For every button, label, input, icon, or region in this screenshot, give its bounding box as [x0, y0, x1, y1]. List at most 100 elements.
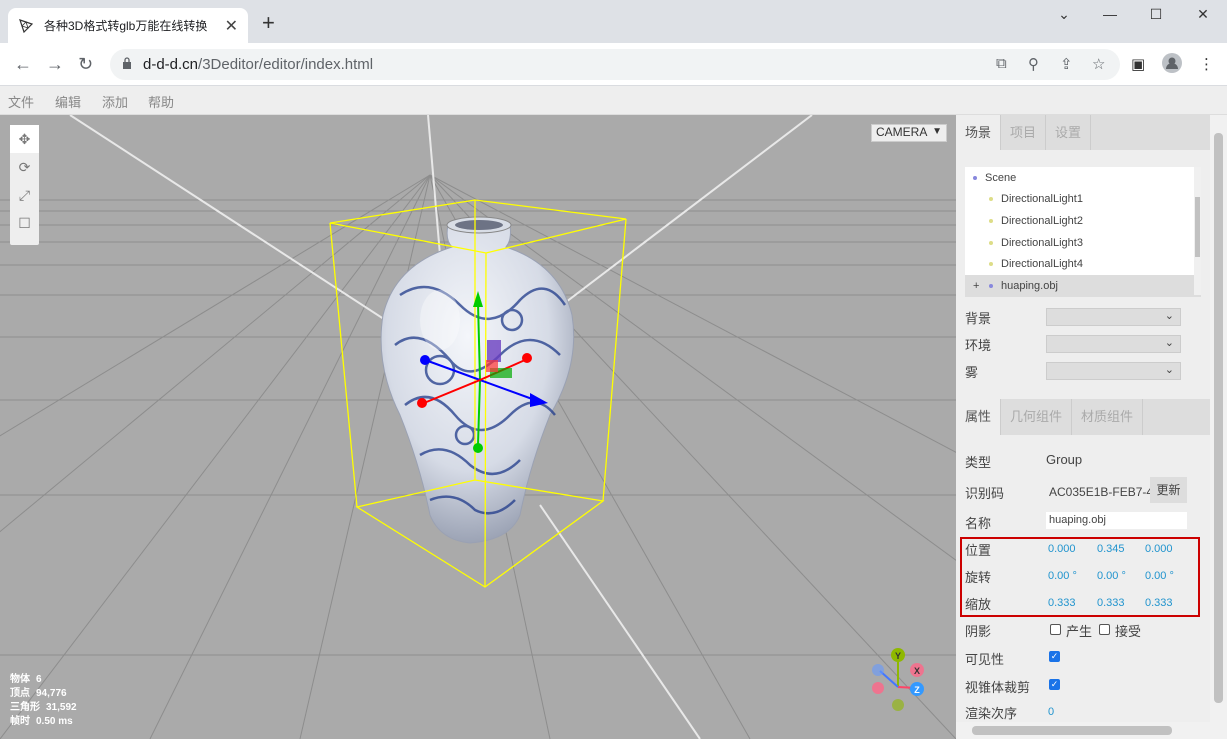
threejs-favicon-icon: [19, 18, 34, 33]
tab-close-icon[interactable]: ✕: [225, 16, 238, 36]
properties-tabs: 属性 几何组件 材质组件: [956, 399, 1210, 435]
uuid-label: 识别码: [965, 486, 1005, 501]
expand-icon[interactable]: +: [973, 280, 989, 292]
chevron-down-icon: ▼: [932, 126, 942, 137]
background-select[interactable]: ⌄: [1046, 308, 1181, 326]
visible-label: 可见性: [965, 652, 1005, 667]
profile-avatar-icon[interactable]: [1162, 53, 1182, 77]
camera-select-value: CAMERA: [876, 125, 928, 139]
local-space-checkbox[interactable]: ☐: [10, 209, 39, 237]
transform-toolbar: ✥ ⟳ ⤢ ☐: [10, 125, 39, 245]
tab-title: 各种3D格式转glb万能在线转换: [44, 19, 208, 33]
page-scrollbar[interactable]: [1210, 115, 1227, 739]
tab-material[interactable]: 材质组件: [1072, 399, 1144, 435]
new-tab-button[interactable]: +: [262, 12, 275, 34]
receive-shadow-checkbox[interactable]: [1099, 624, 1110, 635]
zoom-icon[interactable]: ⚲: [1028, 55, 1039, 73]
open-in-app-icon[interactable]: ⧉: [996, 55, 1007, 72]
outliner-node-light4[interactable]: DirectionalLight4: [965, 253, 1201, 275]
lock-icon: [123, 57, 131, 69]
browser-toolbar: ← → ↻ d-d-d.cn/3Deditor/editor/index.htm…: [0, 43, 1227, 86]
bookmark-star-icon[interactable]: ☆: [1092, 55, 1105, 73]
address-bar[interactable]: d-d-d.cn/3Deditor/editor/index.html ⧉ ⚲ …: [110, 49, 1120, 80]
translate-tool-icon[interactable]: ✥: [10, 125, 39, 153]
editor-menubar: 文件 编辑 添加 帮助: [0, 86, 1227, 115]
light-dot-icon: [989, 197, 993, 202]
visible-checkbox[interactable]: ✓: [1049, 651, 1060, 662]
cast-shadow-checkbox[interactable]: [1050, 624, 1061, 635]
background-label: 背景: [965, 311, 992, 326]
transform-highlight-box: [960, 537, 1200, 617]
camera-select[interactable]: CAMERA ▼: [871, 124, 947, 142]
menu-file[interactable]: 文件: [8, 92, 34, 111]
sidebar-tabs: 场景 项目 设置: [956, 115, 1210, 150]
browser-tab[interactable]: 各种3D格式转glb万能在线转换 ✕: [8, 8, 248, 43]
tab-object-props[interactable]: 属性: [956, 399, 1002, 435]
type-label: 类型: [965, 455, 992, 470]
info-triangles: 三角形 31,592: [10, 702, 77, 713]
frustum-culling-label: 视锥体裁剪: [965, 680, 1031, 695]
axis-x-label: X: [914, 666, 920, 676]
outliner-node-light3[interactable]: DirectionalLight3: [965, 232, 1201, 254]
tab-project[interactable]: 项目: [1001, 115, 1047, 150]
render-order-label: 渲染次序: [965, 706, 1018, 721]
scene-outliner[interactable]: Scene DirectionalLight1 DirectionalLight…: [965, 167, 1201, 297]
back-icon[interactable]: ←: [14, 54, 32, 75]
outliner-scrollbar[interactable]: [1194, 167, 1201, 295]
menu-edit[interactable]: 编辑: [55, 92, 81, 111]
name-label: 名称: [965, 516, 992, 531]
render-order-input[interactable]: 0: [1048, 706, 1054, 718]
environment-label: 环境: [965, 338, 992, 353]
axis-z-label: Z: [914, 685, 920, 695]
outliner-node-scene[interactable]: Scene: [965, 167, 1201, 189]
browser-menu-icon[interactable]: ⋮: [1199, 55, 1214, 73]
light-dot-icon: [989, 218, 993, 223]
forward-icon[interactable]: →: [46, 54, 64, 75]
menu-help[interactable]: 帮助: [148, 92, 174, 111]
axis-y-label: Y: [895, 651, 901, 661]
receive-shadow-label: 接受: [1115, 624, 1142, 639]
update-uuid-button[interactable]: 更新: [1150, 477, 1187, 503]
menu-add[interactable]: 添加: [102, 92, 128, 111]
tab-geometry[interactable]: 几何组件: [1001, 399, 1073, 435]
outliner-node-light2[interactable]: DirectionalLight2: [965, 210, 1201, 232]
3d-viewport[interactable]: Y Z X ✥ ⟳ ⤢ ☐ CAMERA ▼ 物体 6 顶点 94,776 三角形 3…: [0, 115, 956, 739]
tab-settings[interactable]: 设置: [1046, 115, 1092, 150]
viewport-info: 物体 6 顶点 94,776 三角形 31,592 帧时 0.50 ms: [10, 673, 77, 729]
shadow-label: 阴影: [965, 624, 992, 639]
minimize-icon[interactable]: —: [1087, 6, 1133, 22]
tab-scene[interactable]: 场景: [956, 115, 1002, 150]
outliner-node-huaping[interactable]: + huaping.obj: [965, 274, 1201, 297]
info-objects: 物体 6: [10, 674, 42, 685]
name-input[interactable]: huaping.obj: [1046, 512, 1187, 529]
scale-tool-icon[interactable]: ⤢: [10, 181, 39, 209]
light-dot-icon: [989, 240, 993, 245]
maximize-icon[interactable]: ☐: [1133, 6, 1179, 23]
outliner-node-light1[interactable]: DirectionalLight1: [965, 189, 1201, 211]
info-vertices: 顶点 94,776: [10, 688, 67, 699]
reload-icon[interactable]: ↻: [78, 54, 93, 75]
scene-canvas[interactable]: Y Z X: [0, 115, 956, 739]
chevron-down-icon: ⌄: [1164, 364, 1174, 376]
close-window-icon[interactable]: ✕: [1180, 6, 1226, 23]
side-panel-icon[interactable]: ▣: [1131, 55, 1145, 73]
light-dot-icon: [989, 262, 993, 267]
type-value: Group: [1046, 452, 1083, 467]
uuid-value: AC035E1B-FEB7-4: [1049, 485, 1154, 499]
browser-titlebar: 各种3D格式转glb万能在线转换 ✕ + ⌄ — ☐ ✕: [0, 0, 1227, 43]
environment-select[interactable]: ⌄: [1046, 335, 1181, 353]
editor-sidebar: 场景 项目 设置 Scene DirectionalLight1 Directi…: [956, 115, 1210, 739]
url-text: d-d-d.cn/3Deditor/editor/index.html: [143, 56, 374, 73]
sidebar-horizontal-scrollbar[interactable]: [956, 722, 1210, 739]
share-icon[interactable]: ⇪: [1060, 55, 1073, 73]
frustum-culling-checkbox[interactable]: ✓: [1049, 679, 1060, 690]
object-dot-icon: [973, 175, 977, 180]
fog-label: 雾: [965, 365, 979, 380]
fog-select[interactable]: ⌄: [1046, 362, 1181, 380]
cast-shadow-label: 产生: [1066, 624, 1093, 639]
info-frametime: 帧时 0.50 ms: [10, 716, 73, 727]
object-dot-icon: [989, 283, 993, 288]
tab-search-chevron-icon[interactable]: ⌄: [1041, 6, 1087, 23]
rotate-tool-icon[interactable]: ⟳: [10, 153, 39, 181]
chevron-down-icon: ⌄: [1164, 337, 1174, 349]
